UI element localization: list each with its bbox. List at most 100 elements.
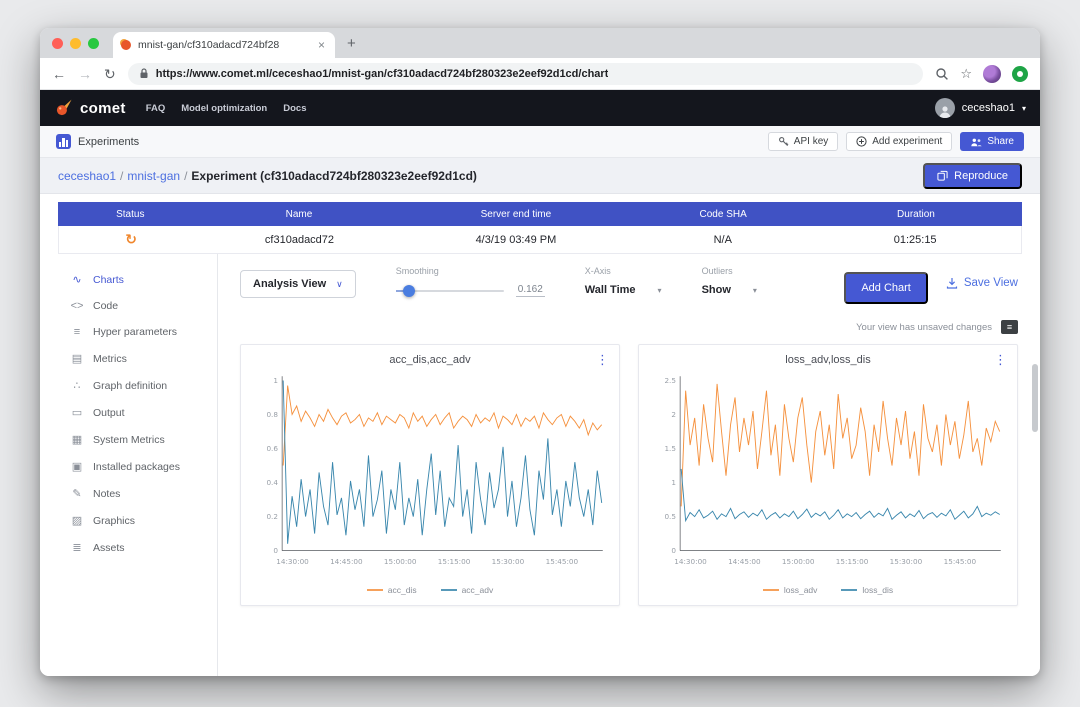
outliers-label: Outliers <box>702 266 757 276</box>
chart-card-loss: loss_adv,loss_dis ⋮ 00.511.522.514:30:00… <box>638 344 1018 606</box>
legend-swatch <box>763 589 779 591</box>
sidebar-item-system-metrics[interactable]: ▦ System Metrics <box>40 426 217 453</box>
zoom-window-button[interactable] <box>88 38 99 49</box>
cell-code-sha: N/A <box>636 234 809 246</box>
col-status: Status <box>58 209 203 220</box>
svg-text:15:00:00: 15:00:00 <box>384 557 417 566</box>
svg-text:15:00:00: 15:00:00 <box>782 557 815 566</box>
xaxis-control: X-Axis Wall Time ▾ <box>585 266 662 296</box>
user-menu[interactable]: ceceshao1 ▾ <box>935 98 1026 118</box>
minimize-window-button[interactable] <box>70 38 81 49</box>
smoothing-slider[interactable] <box>396 290 504 292</box>
svg-text:15:15:00: 15:15:00 <box>836 557 869 566</box>
extension-icon[interactable] <box>1012 66 1028 82</box>
reproduce-label: Reproduce <box>954 170 1008 182</box>
svg-text:2: 2 <box>671 410 676 419</box>
add-experiment-label: Add experiment <box>872 136 942 147</box>
sidebar-item-label: Hyper parameters <box>93 326 177 338</box>
chart-card-accuracy: acc_dis,acc_adv ⋮ 00.20.40.60.8114:30:00… <box>240 344 620 606</box>
legend-item[interactable]: acc_dis <box>367 585 417 595</box>
nav-model-optimization[interactable]: Model optimization <box>181 103 267 114</box>
svg-text:0.8: 0.8 <box>266 410 278 419</box>
nav-faq[interactable]: FAQ <box>146 103 166 114</box>
svg-text:14:30:00: 14:30:00 <box>674 557 707 566</box>
sidebar-item-graphics[interactable]: ▨ Graphics <box>40 507 217 534</box>
reproduce-button[interactable]: Reproduce <box>923 163 1022 189</box>
outliers-value: Show <box>702 284 731 296</box>
browser-profile-avatar[interactable] <box>983 65 1001 83</box>
browser-tab[interactable]: mnist-gan/cf310adacd724bf28 × <box>113 32 335 58</box>
zoom-search-icon[interactable] <box>935 67 949 81</box>
user-avatar <box>935 98 955 118</box>
svg-text:14:45:00: 14:45:00 <box>728 557 761 566</box>
sidebar-item-installed-packages[interactable]: ▣ Installed packages <box>40 453 217 480</box>
xaxis-label: X-Axis <box>585 266 662 276</box>
analysis-view-dropdown[interactable]: Analysis View ∨ <box>240 270 356 298</box>
legend-item[interactable]: loss_adv <box>763 585 818 595</box>
api-key-label: API key <box>794 136 828 147</box>
sidebar-item-hyper-parameters[interactable]: ≡ Hyper parameters <box>40 319 217 345</box>
back-icon[interactable]: ← <box>52 67 66 81</box>
api-key-button[interactable]: API key <box>768 132 838 151</box>
graph-definition-icon: ∴ <box>70 379 84 392</box>
comet-logo[interactable]: comet <box>54 98 126 118</box>
legend-item[interactable]: acc_adv <box>441 585 494 595</box>
breadcrumb-user-link[interactable]: ceceshao1 <box>58 169 116 183</box>
page-scrollbar <box>1032 256 1039 674</box>
sidebar-item-charts[interactable]: ∿ Charts <box>40 266 217 293</box>
view-menu-icon[interactable]: ≡ <box>1001 320 1018 334</box>
svg-text:15:45:00: 15:45:00 <box>944 557 977 566</box>
chart-legend: acc_dis acc_adv <box>251 582 609 601</box>
browser-address-bar: ← → ↻ https://www.comet.ml/ceceshao1/mni… <box>40 58 1040 90</box>
forward-icon[interactable]: → <box>78 67 92 81</box>
nav-docs[interactable]: Docs <box>283 103 306 114</box>
sidebar-item-label: Output <box>93 407 125 419</box>
sidebar-item-notes[interactable]: ✎ Notes <box>40 480 217 507</box>
sidebar: ∿ Charts <> Code ≡ Hyper parameters ▤ Me… <box>40 254 218 676</box>
user-caret-icon: ▾ <box>1022 104 1026 113</box>
outliers-dropdown[interactable]: Show ▾ <box>702 284 757 296</box>
reload-icon[interactable]: ↻ <box>104 67 116 81</box>
legend-label: loss_dis <box>862 585 893 595</box>
sidebar-item-assets[interactable]: ≣ Assets <box>40 534 217 561</box>
share-button[interactable]: Share <box>960 132 1024 151</box>
add-experiment-button[interactable]: Add experiment <box>846 132 952 151</box>
sidebar-item-output[interactable]: ▭ Output <box>40 399 217 426</box>
slider-thumb[interactable] <box>403 285 415 297</box>
content-area: ∿ Charts <> Code ≡ Hyper parameters ▤ Me… <box>40 254 1040 676</box>
tab-title: mnist-gan/cf310adacd724bf28 <box>138 39 309 51</box>
bookmark-star-icon[interactable]: ☆ <box>960 67 972 80</box>
browser-actions: ☆ <box>935 65 1028 83</box>
col-server-end-time: Server end time <box>395 209 636 220</box>
main-nav: FAQ Model optimization Docs <box>146 103 307 114</box>
experiment-table: Status Name Server end time Code SHA Dur… <box>58 202 1022 254</box>
loss-line-chart[interactable]: 00.511.522.514:30:0014:45:0015:00:0015:1… <box>649 368 1007 582</box>
comet-favicon-icon <box>121 40 131 50</box>
sidebar-item-code[interactable]: <> Code <box>40 293 217 319</box>
chart-options-kebab-icon[interactable]: ⋮ <box>994 352 1007 368</box>
new-tab-button[interactable]: + <box>335 35 368 52</box>
chart-options-kebab-icon[interactable]: ⋮ <box>596 352 609 368</box>
svg-text:14:30:00: 14:30:00 <box>276 557 309 566</box>
tab-close-icon[interactable]: × <box>316 38 327 52</box>
tab-experiments[interactable]: Experiments <box>56 134 139 149</box>
legend-label: acc_adv <box>462 585 494 595</box>
save-view-button[interactable]: Save View <box>946 277 1018 289</box>
chevron-down-icon: ∨ <box>336 279 343 290</box>
table-row[interactable]: ↻ cf310adacd72 4/3/19 03:49 PM N/A 01:25… <box>58 226 1022 254</box>
brand-name: comet <box>80 100 126 117</box>
add-chart-button[interactable]: Add Chart <box>844 272 928 304</box>
sidebar-item-graph-definition[interactable]: ∴ Graph definition <box>40 372 217 399</box>
sidebar-item-metrics[interactable]: ▤ Metrics <box>40 345 217 372</box>
xaxis-dropdown[interactable]: Wall Time ▾ <box>585 284 662 296</box>
breadcrumb-project-link[interactable]: mnist-gan <box>127 169 180 183</box>
legend-item[interactable]: loss_dis <box>841 585 893 595</box>
scrollbar-thumb[interactable] <box>1032 364 1038 432</box>
svg-text:0.4: 0.4 <box>266 478 278 487</box>
accuracy-line-chart[interactable]: 00.20.40.60.8114:30:0014:45:0015:00:0015… <box>251 368 609 582</box>
close-window-button[interactable] <box>52 38 63 49</box>
address-bar-input[interactable]: https://www.comet.ml/ceceshao1/mnist-gan… <box>128 63 924 85</box>
cell-name: cf310adacd72 <box>203 234 395 246</box>
outliers-control: Outliers Show ▾ <box>702 266 757 296</box>
breadcrumb-separator: / <box>120 169 123 183</box>
